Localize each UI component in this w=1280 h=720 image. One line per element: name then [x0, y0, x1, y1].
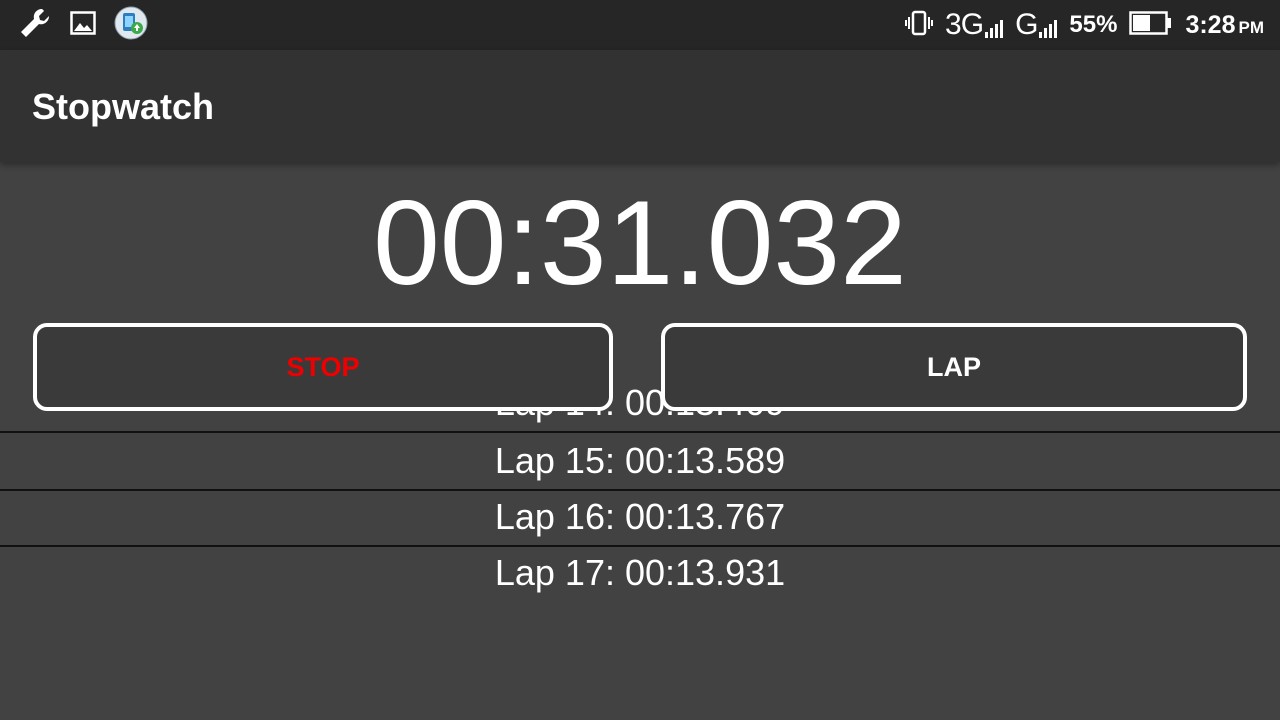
vibrate-icon [905, 9, 934, 42]
app-bar: Stopwatch [0, 50, 1280, 162]
network-3g: 3G [945, 8, 1004, 42]
stopwatch-display: 00:31.032 [373, 176, 907, 310]
network-3g-label: 3G [945, 8, 984, 41]
network-g-label: G [1015, 8, 1038, 41]
lap-item: Lap 17: 00:13.931 [494, 552, 786, 593]
image-icon [70, 10, 96, 40]
lap-list[interactable]: Lap 14: 00:13.409 Lap 15: 00:13.589 Lap … [0, 377, 1280, 720]
notification-icons [18, 6, 148, 45]
network-g: G [1015, 8, 1058, 42]
lap-button[interactable]: LAP [661, 323, 1247, 411]
battery-percent: 55% [1069, 11, 1118, 38]
status-bar: 3G G 55% 3:28 PM [0, 0, 1280, 50]
status-clock: 3:28 PM [1185, 11, 1264, 40]
signal-bars-icon [1039, 20, 1058, 38]
wrench-icon [18, 6, 52, 45]
system-status: 3G G 55% 3:28 PM [905, 8, 1264, 42]
lap-item: Lap 16: 00:13.767 [0, 489, 1280, 547]
stop-button[interactable]: STOP [33, 323, 613, 411]
clock-ampm: PM [1238, 17, 1265, 37]
clock-time: 3:28 [1185, 10, 1236, 39]
lap-button-label: LAP [927, 351, 981, 382]
page-title: Stopwatch [32, 86, 215, 127]
signal-bars-icon [985, 20, 1004, 38]
battery-icon [1129, 10, 1173, 41]
lap-item: Lap 15: 00:13.589 [0, 433, 1280, 491]
stop-button-label: STOP [286, 351, 360, 382]
app-update-icon [114, 6, 148, 45]
